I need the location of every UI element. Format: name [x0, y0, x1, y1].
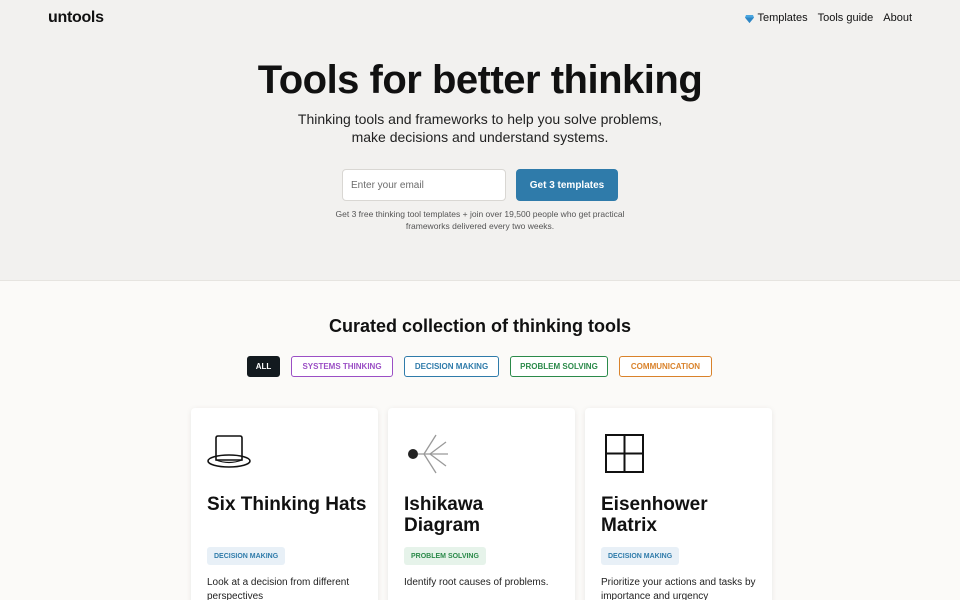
collection-title: Curated collection of thinking tools [328, 316, 631, 336]
filter-all[interactable]: ALL [247, 356, 280, 377]
nav-tools-guide[interactable]: Tools guide [818, 12, 874, 24]
card-title: Eisenhower Matrix [601, 494, 708, 536]
top-nav: Templates Tools guide About [745, 12, 912, 24]
card-description: Look at a decision from different perspe… [207, 577, 350, 600]
tool-card-eisenhower-matrix[interactable]: Eisenhower Matrix DECISION MAKING Priori… [585, 408, 772, 600]
card-title: Ishikawa Diagram [404, 494, 484, 536]
tool-card-ishikawa-diagram[interactable]: Ishikawa Diagram PROBLEM SOLVING Identif… [388, 408, 575, 600]
hero-section: untools Templates Tools guide About Tool… [0, 0, 960, 281]
nav-templates[interactable]: Templates [745, 12, 808, 24]
card-tag: PROBLEM SOLVING [404, 547, 486, 565]
filter-decision-making[interactable]: DECISION MAKING [404, 356, 499, 377]
matrix-icon [601, 434, 649, 474]
page-title: Tools for better thinking [257, 58, 703, 102]
gem-icon [745, 14, 755, 23]
fishbone-icon [404, 434, 452, 474]
hero-subtitle: Thinking tools and frameworks to help yo… [297, 111, 663, 145]
card-tag: DECISION MAKING [601, 547, 680, 565]
hat-icon [207, 434, 255, 474]
tool-card-six-thinking-hats[interactable]: Six Thinking Hats DECISION MAKING Look a… [191, 408, 378, 600]
filter-systems-thinking[interactable]: SYSTEMS THINKING [291, 356, 393, 377]
nav-about[interactable]: About [883, 12, 912, 24]
card-description: Identify root causes of problems. [404, 577, 549, 588]
logo[interactable]: untools [48, 9, 104, 27]
card-tag: DECISION MAKING [207, 547, 286, 565]
filter-bar: ALL SYSTEMS THINKING DECISION MAKING PRO… [247, 356, 712, 377]
card-description: Prioritize your actions and tasks by imp… [601, 577, 756, 600]
filter-problem-solving[interactable]: PROBLEM SOLVING [510, 356, 608, 377]
signup-note: Get 3 free thinking tool templates + joi… [335, 209, 625, 231]
card-title: Six Thinking Hats [207, 494, 367, 515]
email-input[interactable] [342, 169, 506, 201]
nav-templates-label: Templates [757, 12, 808, 24]
get-templates-button[interactable]: Get 3 templates [516, 169, 618, 201]
filter-communication[interactable]: COMMUNICATION [619, 356, 712, 377]
